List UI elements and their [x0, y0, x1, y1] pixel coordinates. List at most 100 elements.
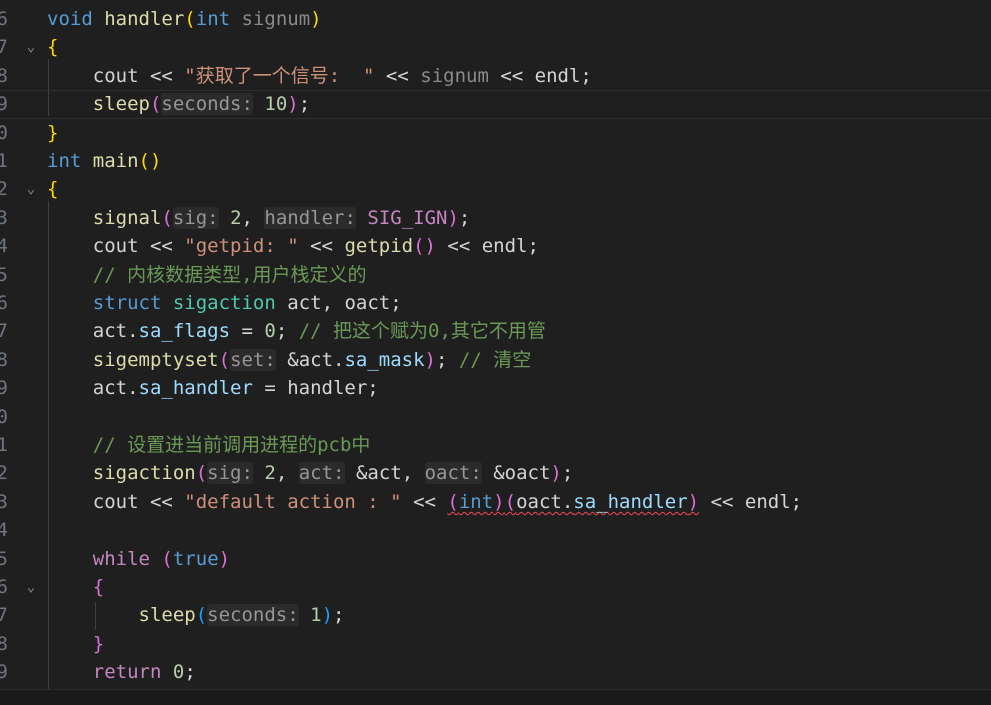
inlay-hint: handler:	[264, 206, 356, 229]
code-line[interactable]: 3 cout << "default action : " << (int)(o…	[0, 488, 991, 516]
code-token: ,	[275, 462, 299, 485]
code-token: (	[218, 348, 231, 371]
chevron-down-icon[interactable]: ⌄	[22, 175, 40, 203]
line-number: 0	[0, 121, 8, 144]
inlay-hint: sig:	[207, 462, 253, 485]
inlay-hint: act:	[298, 462, 345, 485]
code-token: )	[550, 462, 562, 485]
code-token: // 设置进当前调用进程的pcb中	[92, 434, 371, 456]
code-text: void handler(int signum)	[47, 5, 322, 33]
code-token: )	[493, 490, 505, 513]
code-token: sa_flags	[138, 320, 231, 343]
line-number: 6	[0, 576, 8, 598]
chevron-down-icon[interactable]: ⌄	[22, 33, 40, 61]
code-line[interactable]: 1 // 设置进当前调用进程的pcb中	[0, 431, 991, 459]
code-token: = handler;	[252, 377, 379, 400]
code-line[interactable]: 9 sleep(seconds: 10);	[0, 90, 991, 118]
code-line[interactable]: 6 void handler(int signum)	[0, 5, 991, 33]
code-token: <<	[298, 235, 345, 258]
line-number: 9	[0, 93, 8, 116]
code-line[interactable]: 0	[0, 403, 991, 431]
chevron-down-icon[interactable]: ⌄	[22, 573, 40, 601]
code-text: while (true)	[47, 545, 230, 573]
code-token: sa_handler	[573, 490, 688, 513]
line-number: 0	[0, 405, 8, 428]
code-token: cout <<	[47, 490, 185, 513]
code-line[interactable]: 4 cout << "getpid: " << getpid() << endl…	[0, 232, 991, 260]
code-token: 0	[264, 320, 276, 343]
code-line[interactable]: 8 sigemptyset(set: &act.sa_mask); // 清空	[0, 346, 991, 374]
code-token: << endl;	[488, 64, 592, 87]
code-line[interactable]: 2 sigaction(sig: 2, act: &act, oact: &oa…	[0, 459, 991, 487]
line-number: 4	[0, 235, 8, 258]
code-line[interactable]: 7 ⌄ {	[0, 33, 991, 61]
code-token: sleep	[138, 604, 196, 627]
code-line[interactable]: 1 int main()	[0, 147, 991, 175]
code-line[interactable]: 9 return 0;	[0, 658, 991, 686]
code-text: signal(sig: 2, handler: SIG_IGN);	[47, 204, 470, 232]
code-token: // 内核数据类型,用户栈定义的	[92, 263, 367, 286]
code-token: true	[172, 547, 219, 570]
code-line[interactable]: 8 }	[0, 630, 991, 658]
line-number: 6	[0, 8, 8, 30]
code-token: &act.	[275, 348, 345, 371]
inlay-hint: set:	[230, 348, 276, 371]
code-token: struct	[92, 292, 162, 314]
code-line[interactable]: 9 act.sa_handler = handler;	[0, 374, 991, 402]
line-number: 1	[0, 434, 8, 456]
code-token: )	[310, 8, 322, 30]
code-line[interactable]: 8 cout << "获取了一个信号: " << signum << endl;	[0, 62, 991, 90]
code-token: ;	[561, 462, 574, 485]
code-token: &act,	[344, 462, 425, 485]
line-number: 3	[0, 206, 8, 229]
inlay-hint: seconds:	[161, 93, 253, 116]
code-token: {	[47, 178, 59, 201]
code-token: SIG_IGN	[367, 206, 448, 229]
code-token: ;	[436, 348, 459, 371]
code-token: signal	[92, 206, 162, 229]
code-token: ;	[298, 93, 311, 116]
code-line[interactable]: 3 signal(sig: 2, handler: SIG_IGN);	[0, 204, 991, 232]
code-line[interactable]: 7 sleep(seconds: 1);	[0, 601, 991, 629]
code-line[interactable]: 0}	[0, 119, 991, 147]
code-token: <<	[401, 490, 448, 513]
code-text: sigemptyset(set: &act.sa_mask); // 清空	[47, 346, 531, 374]
code-token: main	[92, 150, 139, 172]
code-token: ;	[458, 206, 471, 229]
line-number: 3	[0, 490, 8, 513]
code-line[interactable]: 5 while (true)	[0, 545, 991, 573]
code-line[interactable]: 2 ⌄ {	[0, 175, 991, 203]
code-text: sleep(seconds: 1);	[47, 601, 345, 629]
code-token: ,	[241, 206, 265, 229]
code-token: )	[321, 604, 334, 627]
horizontal-scrollbar[interactable]	[0, 689, 991, 705]
code-token: 1	[310, 604, 322, 627]
code-token: )	[687, 490, 700, 513]
code-token: handler	[104, 8, 185, 30]
code-token: <<	[374, 64, 421, 87]
code-line[interactable]: 6 ⌄ {	[0, 573, 991, 601]
code-token: ()	[413, 235, 436, 258]
code-line[interactable]: 5 // 内核数据类型,用户栈定义的	[0, 261, 991, 289]
code-editor[interactable]: 6 void handler(int signum) 7 ⌄{8 cout << "获…	[0, 0, 991, 705]
code-token: return	[92, 661, 162, 684]
code-line[interactable]: 4	[0, 516, 991, 544]
code-token: )	[447, 206, 459, 229]
code-token: )	[287, 93, 299, 116]
line-number: 2	[0, 178, 8, 201]
code-line[interactable]: 6 struct sigaction act, oact;	[0, 289, 991, 317]
code-token: ;	[333, 604, 345, 627]
code-line[interactable]: 7 act.sa_flags = 0; // 把这个赋为0,其它不用管	[0, 317, 991, 345]
code-token: oact.	[516, 490, 574, 513]
